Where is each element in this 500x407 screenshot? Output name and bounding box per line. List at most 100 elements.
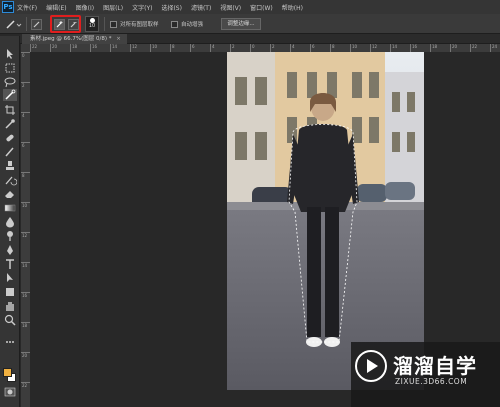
ruler-tick-label: 20 <box>21 352 30 358</box>
marquee-tool[interactable] <box>3 62 17 74</box>
document-tab-bar: 素材.jpeg @ 66.7%(图层 0/8) * × <box>20 34 500 44</box>
stamp-tool[interactable] <box>3 160 17 172</box>
document-tab[interactable]: 素材.jpeg @ 66.7%(图层 0/8) * × <box>22 34 127 44</box>
watermark-overlay: 溜溜自学 ZIXUE.3D66.COM <box>351 342 500 407</box>
zoom-tool[interactable] <box>3 314 17 326</box>
ruler-tick-label: 22 <box>470 44 477 52</box>
ruler-tick-label: 24 <box>490 44 497 52</box>
ruler-tick-label: 18 <box>430 44 437 52</box>
ruler-tick-label: 0 <box>21 52 30 58</box>
shape-icon <box>6 288 14 296</box>
document-title: 素材.jpeg @ 66.7%(图层 0/8) * <box>30 36 112 42</box>
sample-all-layers-label: 对所有图层取样 <box>120 22 159 28</box>
ruler-tick-label: 10 <box>21 202 30 208</box>
ellipsis-icon <box>6 341 14 343</box>
menu-select[interactable]: 选择(S) <box>161 3 182 12</box>
brush-size-value: 10 <box>88 23 96 29</box>
marquee-icon <box>5 63 15 73</box>
more-tools-button[interactable] <box>3 336 17 348</box>
zoom-icon <box>4 314 16 326</box>
ruler-tick-label: 14 <box>390 44 397 52</box>
brush-tool[interactable] <box>3 146 17 158</box>
ruler-tick-label: 2 <box>21 82 30 88</box>
eyedropper-tool[interactable] <box>3 118 17 130</box>
menu-image[interactable]: 图像(I) <box>76 3 94 12</box>
menu-bar: Ps 文件(F) 编辑(E) 图像(I) 图层(L) 文字(Y) 选择(S) 滤… <box>0 0 500 14</box>
ps-logo: Ps <box>2 1 14 13</box>
toolbox <box>0 36 20 407</box>
ruler-tick-label: 12 <box>130 44 137 52</box>
ruler-tick-label: 10 <box>150 44 157 52</box>
horizontal-ruler: 22 20 18 16 14 12 10 8 6 4 2 0 2 4 6 8 10 12 14 16 18 20 22 24 <box>30 44 500 52</box>
shape-tool[interactable] <box>3 286 17 298</box>
path-select-tool[interactable] <box>3 272 17 284</box>
crop-icon <box>5 105 15 115</box>
blur-icon <box>6 217 14 228</box>
dodge-tool[interactable] <box>3 230 17 242</box>
close-icon[interactable]: × <box>116 36 121 42</box>
auto-enhance-checkbox[interactable] <box>171 21 178 28</box>
separator <box>26 17 27 31</box>
ruler-tick-label: 14 <box>21 262 30 268</box>
stamp-icon <box>6 161 14 170</box>
ruler-tick-label: 12 <box>370 44 377 52</box>
tool-preset-picker[interactable] <box>4 17 22 31</box>
ruler-tick-label: 22 <box>30 44 37 52</box>
refine-edge-button[interactable]: 调整边缘... <box>221 18 261 30</box>
document-image[interactable] <box>227 52 424 390</box>
ruler-tick-label: 2 <box>270 44 275 52</box>
healing-tool[interactable] <box>3 132 17 144</box>
brush-icon <box>33 21 40 28</box>
separator <box>104 17 105 31</box>
menu-filter[interactable]: 滤镜(T) <box>191 3 211 12</box>
move-tool[interactable] <box>3 48 17 60</box>
healing-icon <box>6 134 14 142</box>
hand-tool[interactable] <box>3 300 17 312</box>
foreground-color-swatch[interactable] <box>3 368 12 377</box>
menu-file[interactable]: 文件(F) <box>17 3 37 12</box>
gradient-icon <box>4 204 16 212</box>
ruler-tick-label: 14 <box>110 44 117 52</box>
mode-new-selection-button[interactable] <box>31 19 42 30</box>
ruler-tick-label: 8 <box>170 44 175 52</box>
lasso-icon <box>4 77 16 88</box>
ruler-tick-label: 10 <box>350 44 357 52</box>
watermark-title: 溜溜自学 <box>393 354 477 378</box>
ruler-tick-label: 18 <box>70 44 77 52</box>
type-tool[interactable] <box>3 258 17 270</box>
menu-help[interactable]: 帮助(H) <box>282 3 303 12</box>
lasso-tool[interactable] <box>3 76 17 88</box>
street-photo <box>227 52 424 390</box>
ruler-tick-label: 0 <box>250 44 255 52</box>
menu-view[interactable]: 视图(V) <box>220 3 241 12</box>
ruler-tick-label: 8 <box>21 172 30 178</box>
history-brush-icon <box>5 176 17 186</box>
ruler-tick-label: 4 <box>210 44 215 52</box>
watermark-url: ZIXUE.3D66.COM <box>395 377 468 386</box>
options-bar: 10 对所有图层取样 自动增强 调整边缘... <box>0 14 500 34</box>
pen-icon <box>7 245 13 255</box>
quick-selection-tool[interactable] <box>3 89 17 101</box>
menu-type[interactable]: 文字(Y) <box>132 3 152 12</box>
sample-all-layers-checkbox[interactable] <box>110 21 117 28</box>
menu-layer[interactable]: 图层(L) <box>103 3 123 12</box>
quick-mask-button[interactable] <box>3 386 17 398</box>
menu-edit[interactable]: 编辑(E) <box>46 3 66 12</box>
ruler-tick-label: 2 <box>230 44 235 52</box>
auto-enhance-label: 自动增强 <box>181 22 204 28</box>
quick-mask-icon <box>4 387 16 397</box>
ruler-tick-label: 22 <box>21 382 30 388</box>
menu-window[interactable]: 窗口(W) <box>250 3 273 12</box>
eyedropper-icon <box>5 119 15 129</box>
eraser-tool[interactable] <box>3 188 17 200</box>
ruler-tick-label: 6 <box>310 44 315 52</box>
brush-icon <box>6 20 22 29</box>
gradient-tool[interactable] <box>3 202 17 214</box>
history-brush-tool[interactable] <box>3 174 17 186</box>
crop-tool[interactable] <box>3 104 17 116</box>
pen-tool[interactable] <box>3 244 17 256</box>
ruler-tick-label: 18 <box>21 322 30 328</box>
photoshop-window: Ps 文件(F) 编辑(E) 图像(I) 图层(L) 文字(Y) 选择(S) 滤… <box>0 0 500 407</box>
brush-size-picker[interactable]: 10 <box>85 16 99 32</box>
blur-tool[interactable] <box>3 216 17 228</box>
